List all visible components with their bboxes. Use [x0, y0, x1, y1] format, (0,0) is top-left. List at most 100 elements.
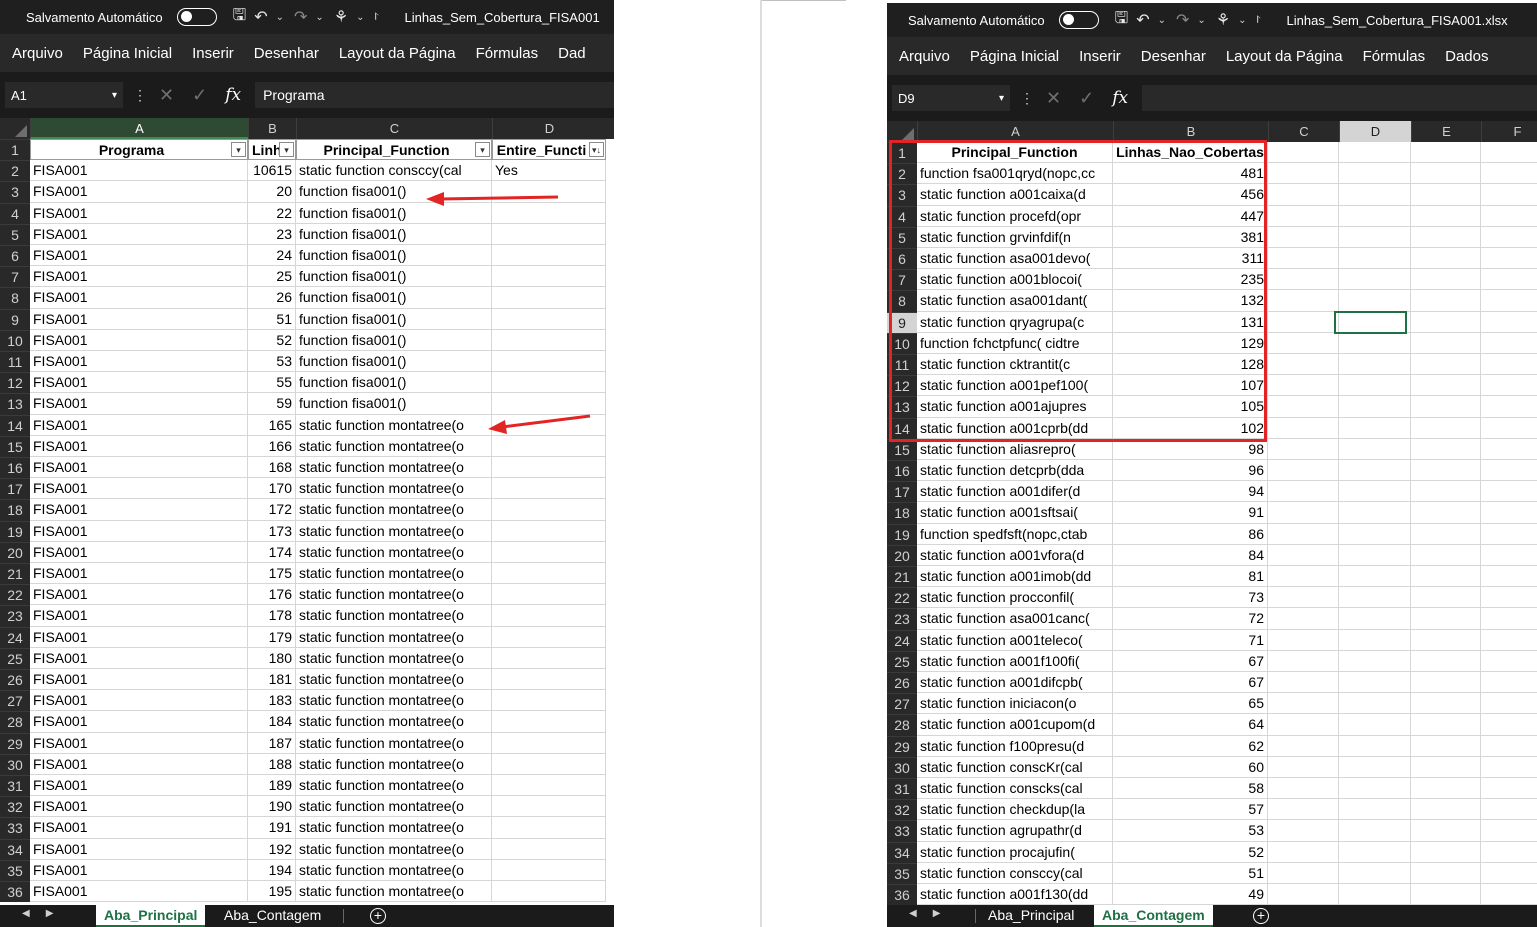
table-cell[interactable]	[1481, 524, 1537, 545]
row-header-23[interactable]: 23	[887, 608, 917, 630]
table-cell[interactable]: static function procconfil(	[917, 587, 1113, 609]
table-cell[interactable]	[1411, 163, 1481, 185]
cell[interactable]	[1339, 142, 1411, 164]
table-cell[interactable]	[1339, 544, 1411, 566]
table-cell[interactable]	[1339, 566, 1411, 588]
formula-input[interactable]	[1142, 85, 1537, 111]
table-cell[interactable]: 235	[1113, 269, 1268, 291]
row-header-10[interactable]: 10	[887, 332, 917, 354]
table-cell[interactable]	[1481, 312, 1537, 333]
row-header-5[interactable]: 5	[887, 226, 917, 248]
customize-toolbar-icon[interactable]: ⨡	[1257, 15, 1261, 26]
table-cell[interactable]	[1268, 438, 1339, 460]
table-cell[interactable]: 57	[1113, 799, 1268, 821]
row-header-36[interactable]: 36	[887, 884, 917, 906]
table-cell[interactable]: static function a001difcpb(	[917, 672, 1113, 694]
table-cell[interactable]: 51	[1113, 862, 1268, 884]
table-cell[interactable]: 381	[1113, 226, 1268, 248]
table-cell[interactable]	[1268, 163, 1339, 185]
ribbon-tab[interactable]: Fórmulas	[1353, 48, 1436, 65]
table-cell[interactable]	[1481, 163, 1537, 185]
select-all-corner[interactable]	[887, 121, 917, 142]
sheet-navigation-arrows[interactable]: ◀▶	[909, 908, 956, 919]
row-header-3[interactable]: 3	[887, 184, 917, 206]
row-header-9[interactable]: 9	[887, 311, 917, 333]
ribbon-tab[interactable]: Desenhar	[1131, 48, 1216, 65]
column-header-d[interactable]: D	[1339, 121, 1411, 142]
table-cell[interactable]: static function detcprb(dda	[917, 460, 1113, 482]
table-cell[interactable]	[1481, 354, 1537, 376]
table-cell[interactable]	[1268, 566, 1339, 588]
table-cell[interactable]	[1339, 820, 1411, 842]
table-cell[interactable]: 456	[1113, 184, 1268, 206]
table-cell[interactable]: static function a001ajupres	[917, 396, 1113, 418]
table-cell[interactable]: static function conscks(cal	[917, 778, 1113, 800]
table-cell[interactable]	[1411, 523, 1481, 545]
table-cell[interactable]: static function a001caixa(d	[917, 184, 1113, 206]
row-header-27[interactable]: 27	[887, 693, 917, 715]
cell[interactable]	[1481, 142, 1537, 164]
autosave-toggle[interactable]	[1058, 11, 1099, 29]
table-cell[interactable]: 84	[1113, 544, 1268, 566]
row-header-31[interactable]: 31	[887, 778, 917, 800]
row-header-14[interactable]: 14	[887, 417, 917, 439]
table-cell[interactable]	[1411, 778, 1481, 800]
table-cell[interactable]	[1411, 226, 1481, 248]
ribbon-tab[interactable]: Arquivo	[887, 48, 960, 65]
column-header-e[interactable]: E	[1411, 121, 1481, 142]
table-cell[interactable]	[1339, 608, 1411, 630]
row-header-12[interactable]: 12	[887, 375, 917, 397]
table-cell[interactable]: static function asa001canc(	[917, 608, 1113, 630]
table-cell[interactable]: static function a001f100fi(	[917, 650, 1113, 672]
table-cell[interactable]	[1411, 481, 1481, 503]
table-cell[interactable]	[1268, 184, 1339, 206]
ribbon-tab[interactable]: Layout da Página	[1216, 48, 1353, 65]
table-cell[interactable]	[1411, 332, 1481, 354]
table-cell[interactable]	[1268, 672, 1339, 694]
chevron-down-icon[interactable]: ▾	[999, 93, 1004, 104]
table-cell[interactable]: 65	[1113, 693, 1268, 715]
table-cell[interactable]	[1339, 756, 1411, 778]
table-cell[interactable]: 129	[1113, 332, 1268, 354]
table-cell[interactable]	[1268, 629, 1339, 651]
format-painter-icon[interactable]: ⚘	[1216, 10, 1230, 30]
table-cell[interactable]	[1411, 438, 1481, 460]
table-cell[interactable]	[1268, 693, 1339, 715]
row-header-8[interactable]: 8	[887, 290, 917, 312]
table-cell[interactable]: 71	[1113, 629, 1268, 651]
table-cell[interactable]	[1481, 863, 1537, 884]
table-cell[interactable]: 481	[1113, 163, 1268, 185]
table-cell[interactable]	[1339, 290, 1411, 312]
column-header-c[interactable]: C	[1268, 121, 1339, 142]
table-cell[interactable]	[1268, 778, 1339, 800]
table-cell[interactable]	[1411, 629, 1481, 651]
table-cell[interactable]: static function procefd(opr	[917, 205, 1113, 227]
table-cell[interactable]: static function f100presu(d	[917, 735, 1113, 757]
table-cell[interactable]: 67	[1113, 650, 1268, 672]
table-cell[interactable]: 72	[1113, 608, 1268, 630]
table-cell[interactable]	[1411, 417, 1481, 439]
table-cell[interactable]	[1481, 502, 1537, 524]
table-cell[interactable]	[1411, 375, 1481, 397]
table-cell[interactable]	[1268, 756, 1339, 778]
table-cell[interactable]: 58	[1113, 778, 1268, 800]
sheet-tab-aba-contagem[interactable]: Aba_Contagem	[1094, 905, 1213, 927]
column-header-f[interactable]: F	[1481, 121, 1537, 142]
table-cell[interactable]	[1411, 841, 1481, 863]
more-options-icon[interactable]: ⋮	[1010, 90, 1034, 107]
table-cell[interactable]	[1481, 545, 1537, 566]
row-header-26[interactable]: 26	[887, 672, 917, 694]
table-cell[interactable]	[1481, 630, 1537, 651]
table-cell[interactable]	[1481, 333, 1537, 354]
table-cell[interactable]: static function conscKr(cal	[917, 756, 1113, 778]
table-cell[interactable]	[1339, 205, 1411, 227]
table-cell[interactable]	[1411, 820, 1481, 842]
table-cell[interactable]	[1339, 778, 1411, 800]
table-cell[interactable]: 52	[1113, 841, 1268, 863]
table-cell[interactable]	[1339, 799, 1411, 821]
table-cell[interactable]	[1411, 587, 1481, 609]
row-header-32[interactable]: 32	[887, 799, 917, 821]
row-header-16[interactable]: 16	[887, 460, 917, 482]
table-cell[interactable]	[1481, 460, 1537, 482]
table-cell[interactable]	[1411, 502, 1481, 524]
